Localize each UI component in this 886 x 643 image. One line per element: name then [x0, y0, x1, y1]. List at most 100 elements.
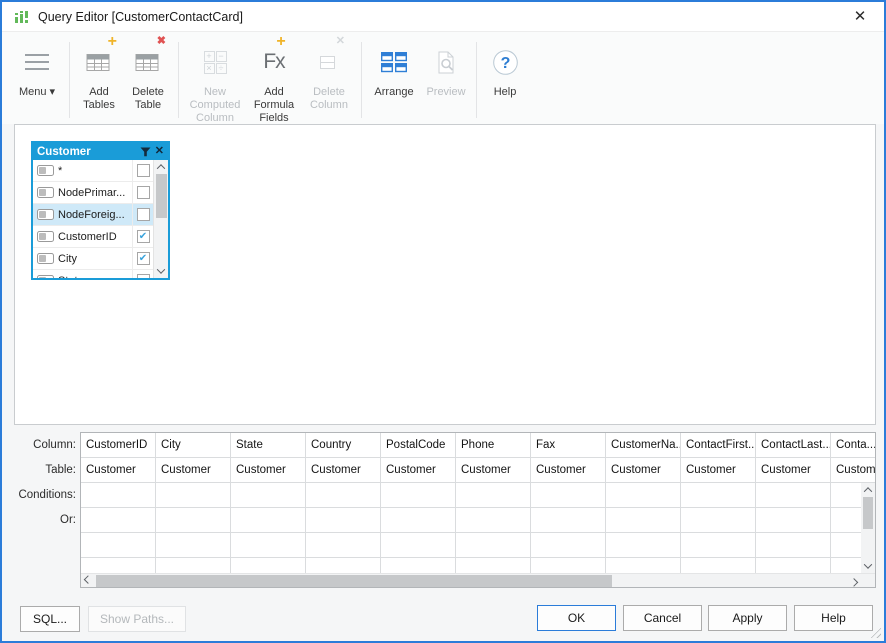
grid-cell[interactable]: CustomerID — [81, 433, 156, 458]
field-checkbox[interactable] — [137, 164, 150, 177]
help-button[interactable]: Help — [794, 605, 873, 631]
grid-cell[interactable] — [756, 508, 831, 533]
field-row[interactable]: * — [33, 160, 153, 182]
grid-cell[interactable]: Customer — [231, 458, 306, 483]
apply-button[interactable]: Apply — [708, 605, 787, 631]
close-window-button[interactable]: ✕ — [849, 7, 871, 27]
grid-cell[interactable] — [681, 508, 756, 533]
grid-cell[interactable] — [456, 483, 531, 508]
arrange-button[interactable]: Arrange — [367, 36, 421, 99]
grid-cell[interactable]: Conta... — [831, 433, 875, 458]
delete-table-button[interactable]: ✖ Delete Table — [123, 36, 173, 112]
grid-cell[interactable]: Customer — [756, 458, 831, 483]
field-row[interactable]: CustomerID — [33, 226, 153, 248]
close-table-icon[interactable]: ✕ — [155, 146, 164, 157]
table-card-customer[interactable]: Customer ✕ * NodePrimar... — [31, 141, 170, 280]
grid-cell[interactable] — [456, 558, 531, 573]
scroll-down-arrow[interactable] — [861, 559, 875, 573]
grid-cell[interactable] — [231, 483, 306, 508]
grid-cell[interactable]: Customer — [456, 458, 531, 483]
grid-vertical-scrollbar[interactable] — [861, 483, 875, 573]
field-checkbox[interactable] — [137, 274, 150, 278]
grid-cell[interactable] — [231, 533, 306, 558]
grid-cell[interactable] — [531, 508, 606, 533]
scrollbar-thumb[interactable] — [96, 575, 612, 587]
grid-cell[interactable] — [306, 508, 381, 533]
field-checkbox[interactable] — [137, 230, 150, 243]
add-tables-button[interactable]: + Add Tables — [75, 36, 123, 112]
grid-cell[interactable] — [381, 508, 456, 533]
grid-cell[interactable] — [681, 558, 756, 573]
grid-cell[interactable] — [606, 533, 681, 558]
scroll-up-arrow[interactable] — [154, 160, 168, 174]
grid-cell[interactable] — [606, 508, 681, 533]
grid-cell[interactable]: Customer — [831, 458, 875, 483]
help-toolbar-button[interactable]: ? Help — [482, 36, 528, 99]
grid-cell[interactable]: Fax — [531, 433, 606, 458]
scrollbar-thumb[interactable] — [156, 174, 167, 218]
grid-cell[interactable] — [381, 558, 456, 573]
grid-cell[interactable] — [381, 483, 456, 508]
grid-cell[interactable] — [381, 533, 456, 558]
grid-cell[interactable]: Customer — [531, 458, 606, 483]
grid-cell[interactable]: Customer — [381, 458, 456, 483]
cancel-button[interactable]: Cancel — [623, 605, 702, 631]
scroll-left-arrow[interactable] — [81, 574, 95, 588]
grid-cell[interactable]: ContactLast... — [756, 433, 831, 458]
filter-icon[interactable] — [140, 147, 151, 157]
grid-cell[interactable] — [456, 508, 531, 533]
grid-cell[interactable] — [156, 508, 231, 533]
grid-cell[interactable]: Customer — [681, 458, 756, 483]
grid-cell[interactable] — [231, 508, 306, 533]
grid-cell[interactable] — [831, 533, 861, 558]
grid-cell[interactable] — [156, 533, 231, 558]
grid-cell[interactable] — [756, 483, 831, 508]
grid-cell[interactable] — [681, 483, 756, 508]
sql-button[interactable]: SQL... — [20, 606, 80, 632]
grid-cell[interactable] — [156, 558, 231, 573]
grid-cell[interactable] — [306, 558, 381, 573]
grid-cell[interactable]: ContactFirst... — [681, 433, 756, 458]
grid-cell[interactable] — [681, 533, 756, 558]
grid-cell[interactable] — [81, 558, 156, 573]
grid-cell[interactable] — [456, 533, 531, 558]
add-formula-fields-button[interactable]: Fx + Add Formula Fields — [246, 36, 302, 125]
grid-cell[interactable]: PostalCode — [381, 433, 456, 458]
grid-cell[interactable] — [831, 483, 861, 508]
field-row[interactable]: NodePrimar... — [33, 182, 153, 204]
grid-cell[interactable]: Customer — [81, 458, 156, 483]
grid-cell[interactable] — [831, 508, 861, 533]
panel-scrollbar[interactable] — [153, 160, 168, 278]
grid-cell[interactable]: State — [231, 433, 306, 458]
grid-cell[interactable] — [606, 558, 681, 573]
grid-cell[interactable]: Customer — [306, 458, 381, 483]
field-row[interactable]: City — [33, 248, 153, 270]
grid-cell[interactable] — [531, 483, 606, 508]
field-row[interactable]: NodeForeig... — [33, 204, 153, 226]
grid-cell[interactable] — [81, 483, 156, 508]
grid-cell[interactable] — [81, 508, 156, 533]
grid-horizontal-scrollbar[interactable] — [81, 574, 861, 587]
grid-cell[interactable] — [81, 533, 156, 558]
grid-cell[interactable] — [306, 483, 381, 508]
grid-cell[interactable] — [156, 483, 231, 508]
menu-button[interactable]: Menu ▾ — [10, 36, 64, 99]
grid-cell[interactable]: Phone — [456, 433, 531, 458]
grid-cell[interactable] — [531, 533, 606, 558]
grid-cell[interactable] — [306, 533, 381, 558]
ok-button[interactable]: OK — [537, 605, 616, 631]
grid-cell[interactable] — [756, 533, 831, 558]
grid-cell[interactable] — [831, 558, 861, 573]
scrollbar-thumb[interactable] — [863, 497, 873, 529]
scroll-right-arrow[interactable] — [847, 574, 861, 588]
field-row[interactable]: State — [33, 270, 153, 278]
grid-cell[interactable]: City — [156, 433, 231, 458]
grid-cell[interactable] — [231, 558, 306, 573]
grid-cell[interactable] — [531, 558, 606, 573]
grid-cell[interactable]: Customer — [156, 458, 231, 483]
scroll-up-arrow[interactable] — [861, 483, 875, 497]
scroll-down-arrow[interactable] — [154, 264, 168, 278]
grid-cell[interactable] — [606, 483, 681, 508]
field-checkbox[interactable] — [137, 252, 150, 265]
query-design-canvas[interactable]: Customer ✕ * NodePrimar... — [14, 124, 876, 425]
